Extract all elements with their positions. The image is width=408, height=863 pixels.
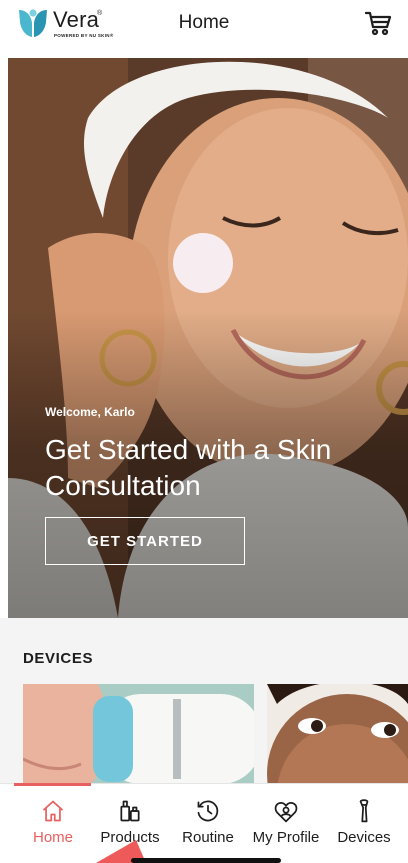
products-icon [120,800,140,822]
device-card[interactable] [23,684,254,794]
nav-routine[interactable]: Routine [178,784,238,846]
nav-my-profile[interactable]: My Profile [250,784,322,846]
devices-icon [359,799,369,823]
nav-label: Home [32,829,73,846]
welcome-text: Welcome, Karlo [45,405,135,419]
device-card-image [267,684,408,794]
app-header: Vera ® POWERED BY NU SKIN® Home [0,0,408,48]
nav-home[interactable]: Home [24,784,82,846]
devices-section: DEVICES [0,618,408,794]
page-title: Home [178,12,230,33]
devices-heading: DEVICES [23,650,94,667]
nav-label: Routine [182,829,234,846]
get-started-button[interactable]: GET STARTED [45,517,245,565]
nav-label: My Profile [252,829,320,846]
home-indicator [131,858,281,863]
nav-devices[interactable]: Devices [334,784,394,846]
nav-products[interactable]: Products [95,784,165,846]
device-card-image [23,684,254,794]
bottom-nav: Home Products Routine My Profile Devices [0,783,408,863]
cart-icon[interactable] [364,9,392,37]
nav-label: Devices [337,829,391,846]
device-card[interactable] [267,684,408,794]
routine-icon [197,800,219,822]
hero-banner: Welcome, Karlo Get Started with a Skin C… [8,58,408,618]
home-icon [42,800,64,822]
hero-title: Get Started with a Skin Consultation [45,434,332,501]
profile-icon [274,802,298,823]
